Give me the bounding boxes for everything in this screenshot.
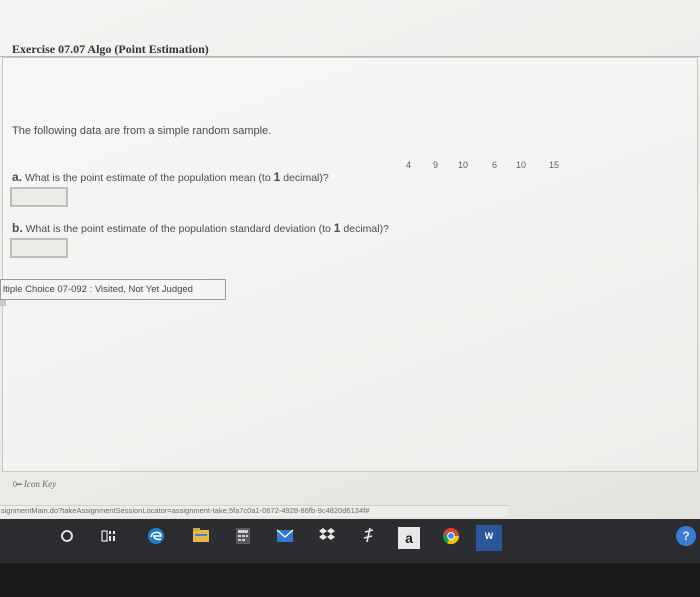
- slack-icon[interactable]: [358, 527, 380, 549]
- data-value: 9: [433, 160, 439, 170]
- question-a-end: decimal)?: [283, 172, 329, 184]
- chrome-icon[interactable]: [440, 527, 462, 549]
- problem-prompt: The following data are from a simple ran…: [12, 125, 272, 137]
- status-url: signmentMain.do?takeAssignmentSessionLoc…: [0, 505, 508, 517]
- question-a: a. What is the point estimate of the pop…: [12, 170, 329, 184]
- word-icon[interactable]: W: [476, 525, 502, 551]
- question-a-text: What is the point estimate of the popula…: [24, 172, 271, 184]
- question-b: b. What is the point estimate of the pop…: [12, 221, 389, 235]
- help-icon[interactable]: ?: [676, 526, 696, 546]
- key-icon: 0━: [13, 480, 22, 489]
- answer-a-input[interactable]: [10, 187, 68, 207]
- browser-viewport: Exercise 07.07 Algo (Point Estimation) T…: [0, 0, 700, 520]
- icon-key[interactable]: 0━ Icon Key: [13, 479, 56, 489]
- status-badge[interactable]: ltiple Choice 07-092 : Visited, Not Yet …: [0, 279, 226, 300]
- data-value: 15: [549, 160, 560, 170]
- mail-icon[interactable]: [274, 527, 296, 549]
- question-panel: [2, 57, 698, 472]
- taskbar: a W ?: [0, 519, 700, 563]
- data-value: 4: [406, 160, 412, 170]
- exercise-title: Exercise 07.07 Algo (Point Estimation): [12, 42, 209, 56]
- answer-b-input[interactable]: [10, 238, 68, 258]
- status-scroll-handle: [0, 300, 6, 306]
- question-a-letter: a.: [12, 170, 23, 184]
- start-icon[interactable]: [56, 527, 78, 549]
- data-value: 10: [516, 160, 527, 170]
- question-a-decimals: 1: [273, 170, 281, 184]
- icon-key-label: Icon Key: [23, 479, 57, 489]
- data-value: 6: [492, 160, 498, 170]
- question-b-letter: b.: [12, 221, 23, 235]
- dropbox-icon[interactable]: [316, 527, 338, 549]
- task-view-icon[interactable]: [98, 527, 120, 549]
- question-b-decimals: 1: [333, 221, 341, 235]
- file-explorer-icon[interactable]: [190, 527, 212, 549]
- calculator-icon[interactable]: [232, 527, 254, 549]
- edge-icon[interactable]: [145, 527, 167, 549]
- data-value: 10: [458, 160, 469, 170]
- question-b-end: decimal)?: [343, 223, 389, 235]
- amazon-icon[interactable]: a: [398, 527, 420, 549]
- question-b-text: What is the point estimate of the popula…: [25, 223, 331, 235]
